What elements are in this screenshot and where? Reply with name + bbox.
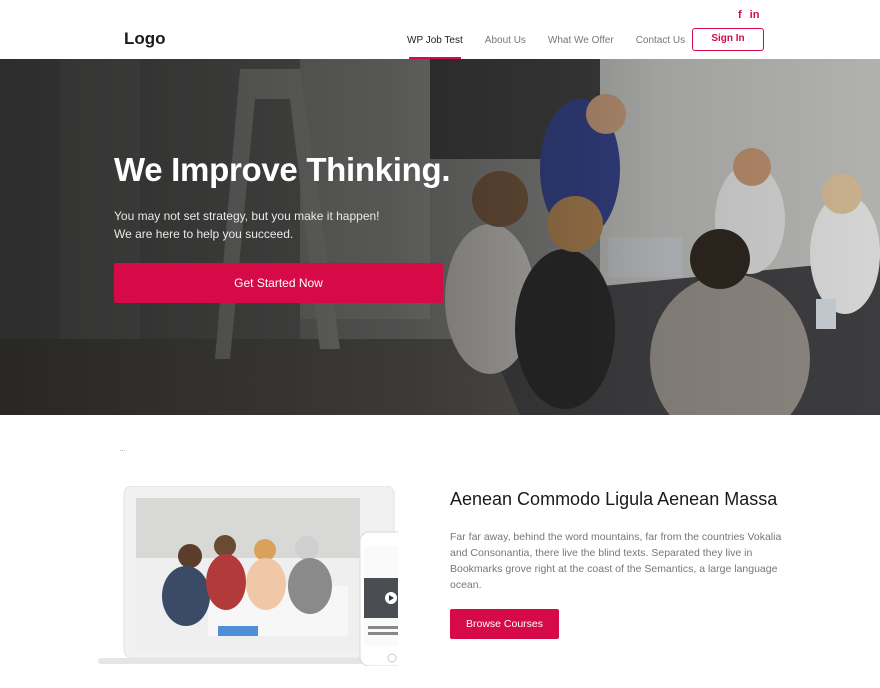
hero-subtitle-line-2: We are here to help you succeed.	[114, 227, 294, 241]
nav-item-what-we-offer[interactable]: What We Offer	[537, 35, 625, 59]
feature-description: Far far away, behind the word mountains,…	[450, 531, 782, 591]
get-started-button[interactable]: Get Started Now	[114, 263, 443, 303]
site-header: Logo WP Job Test About Us What We Offer …	[0, 0, 880, 59]
feature-title: Aenean Commodo Ligula Aenean Massa	[450, 489, 778, 509]
nav-item-wp-job-test[interactable]: WP Job Test	[396, 35, 474, 59]
browse-courses-button[interactable]: Browse Courses	[450, 609, 559, 639]
site-logo[interactable]: Logo	[124, 29, 166, 49]
section-dots: ...	[120, 447, 126, 453]
hero-section: We Improve Thinking. You may not set str…	[0, 59, 880, 415]
main-nav: WP Job Test About Us What We Offer Conta…	[396, 35, 696, 59]
hero-subtitle-line-1: You may not set strategy, but you make i…	[114, 209, 380, 223]
nav-item-about-us[interactable]: About Us	[474, 35, 537, 59]
device-mockup-image	[98, 486, 398, 666]
nav-item-contact-us[interactable]: Contact Us	[625, 35, 696, 59]
hero-subtitle: You may not set strategy, but you make i…	[114, 207, 380, 243]
hero-title: We Improve Thinking.	[114, 151, 451, 188]
sign-in-button[interactable]: Sign In	[692, 28, 764, 51]
